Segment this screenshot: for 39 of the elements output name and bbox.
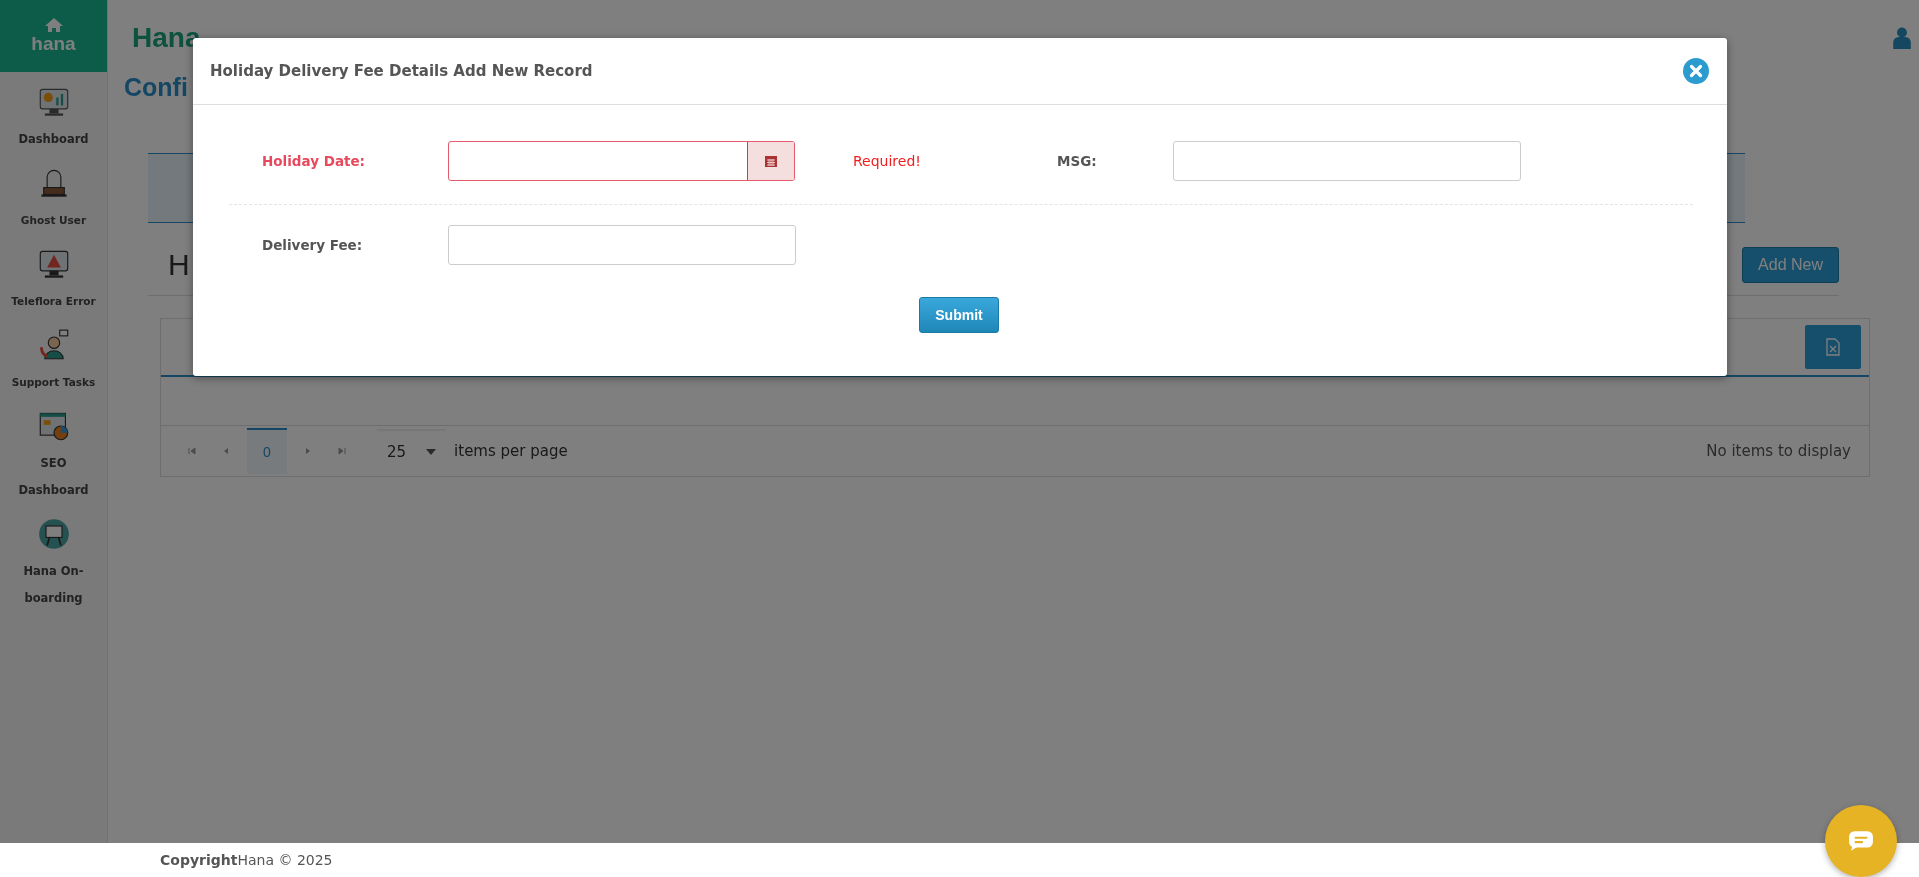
sidebar-item[interactable]: Support Tasks bbox=[0, 329, 107, 396]
seo-window-icon bbox=[37, 410, 70, 442]
chat-button[interactable] bbox=[1825, 805, 1897, 877]
add-new-button[interactable]: Add New bbox=[1742, 247, 1839, 283]
field-label: MSG: bbox=[1057, 152, 1097, 169]
text-field[interactable] bbox=[1173, 140, 1521, 181]
logo-tile[interactable]: hana bbox=[0, 0, 107, 72]
modal-title: Holiday Delivery Fee Details Add New Record bbox=[210, 62, 593, 80]
dashboard-monitor-icon bbox=[37, 86, 70, 118]
section-heading: H bbox=[168, 248, 190, 282]
copyright-text: CopyrightHana © 2025 bbox=[160, 852, 333, 868]
submit-button[interactable]: Submit bbox=[919, 297, 999, 333]
field-label: Delivery Fee: bbox=[262, 237, 363, 253]
page-title: Confi bbox=[124, 73, 189, 102]
field-label: Holiday Date: bbox=[262, 152, 365, 169]
excel-file-icon bbox=[1826, 338, 1840, 356]
page-size-label: items per page bbox=[454, 442, 568, 460]
pager-status: No items to display bbox=[1706, 442, 1851, 460]
logo-text: hana bbox=[31, 33, 76, 55]
sidebar-item[interactable]: Dashboard bbox=[0, 86, 107, 153]
validation-message: Required! bbox=[853, 153, 921, 169]
close-icon[interactable] bbox=[1683, 58, 1709, 84]
excel-export-button[interactable] bbox=[1805, 325, 1861, 369]
easel-icon bbox=[37, 518, 70, 550]
chat-bubble-icon bbox=[1848, 830, 1874, 852]
page-number[interactable]: 0 bbox=[247, 428, 287, 474]
sidebar-item[interactable]: SEO Dashboard bbox=[0, 410, 107, 504]
date-field[interactable] bbox=[448, 140, 795, 181]
calendar-button[interactable] bbox=[747, 141, 794, 180]
sidebar-item[interactable]: Ghost User bbox=[0, 167, 107, 234]
text-field[interactable] bbox=[448, 225, 796, 265]
caret-icon bbox=[426, 449, 437, 455]
support-agent-icon bbox=[37, 329, 70, 361]
calendar-icon bbox=[764, 153, 778, 168]
sidebar-item[interactable]: Hana On-boarding bbox=[0, 518, 107, 612]
warning-monitor-icon bbox=[37, 248, 70, 280]
sidebar-item[interactable]: Teleflora Error bbox=[0, 248, 107, 315]
user-icon[interactable] bbox=[1893, 26, 1911, 49]
home-icon bbox=[43, 17, 64, 33]
